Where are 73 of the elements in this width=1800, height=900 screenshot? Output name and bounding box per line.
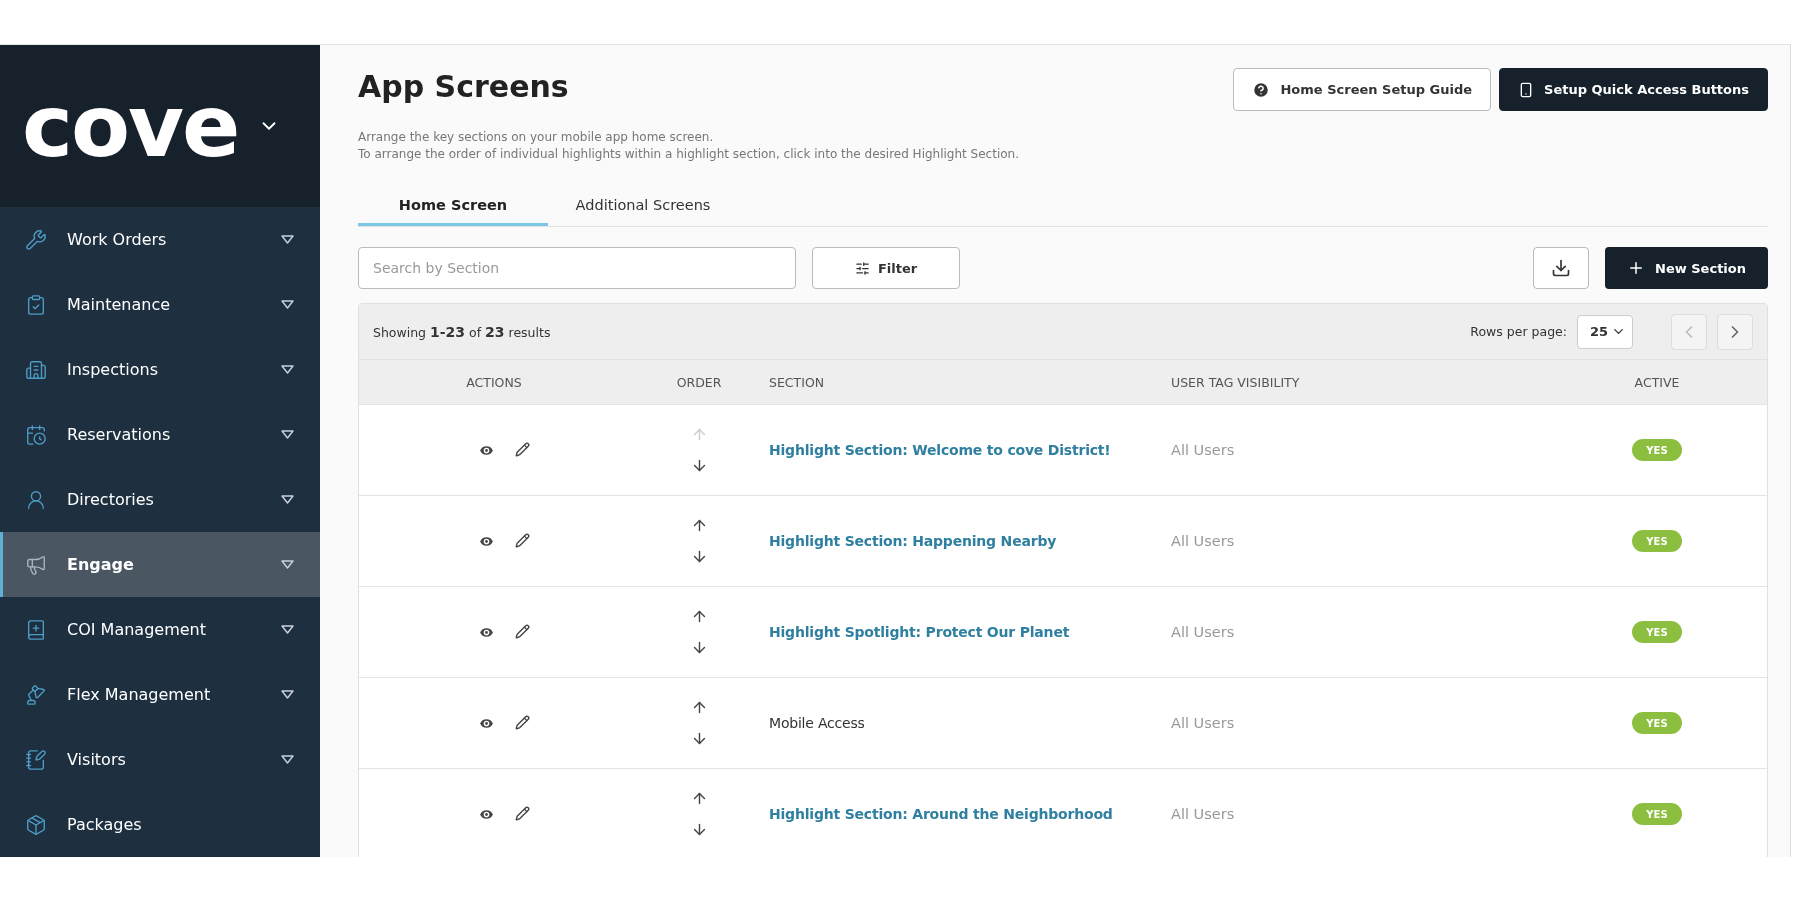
tab[interactable]: Home Screen [358,185,548,226]
active-badge: YES [1632,712,1682,734]
rows-per-page-select[interactable]: 25 [1577,314,1633,349]
visibility-text: All Users [1171,624,1236,640]
page-title: App Screens [358,69,569,104]
setup-button[interactable]: Setup Quick Access Buttons [1499,68,1768,111]
download-icon [1551,258,1571,278]
description-text: To arrange the order of individual highlights within a highlight section, click into the desired Highlight Section. [358,146,1020,163]
rows-per-page-label: Rows per page: [1470,324,1567,339]
building-icon [25,358,47,381]
guide-button[interactable]: Home Screen Setup Guide [1233,68,1492,111]
visibility-text: All Users [1171,806,1236,822]
visibility-text: All Users [1171,533,1236,549]
filter-button[interactable]: Filter [812,247,960,289]
section-name: Mobile Access [769,715,866,731]
description-text: Arrange the key sections on your mobile app home screen. [358,129,715,146]
sidebar-item[interactable]: Work Orders [0,207,320,272]
column-header: ORDER [676,374,722,390]
edit-icon[interactable] [515,714,530,730]
sidebar-item[interactable]: Flex Management [0,662,320,727]
active-badge: YES [1632,621,1682,643]
tab[interactable]: Additional Screens [548,185,738,226]
caret-icon [281,365,294,374]
notebook-icon [25,748,47,771]
active-badge: YES [1632,803,1682,825]
search-field[interactable]: Search by Section [358,247,796,289]
sidebar-item[interactable]: COI Management [0,597,320,662]
sliders-icon [854,260,870,276]
visibility-text: All Users [1171,442,1236,458]
active-badge: YES [1632,530,1682,552]
caret-icon [281,495,294,504]
column-header: SECTION [769,374,825,390]
caret-icon [281,560,294,569]
sidebar-item[interactable]: Reservations [0,402,320,467]
help-icon [1252,80,1271,99]
caret-icon [281,300,294,309]
clipboard-icon [25,293,47,316]
section-link[interactable]: Highlight Section: Around the Neighborhood [769,806,1171,822]
section-link[interactable]: Highlight Section: Happening Nearby [769,533,1171,549]
lamp-icon [25,683,47,706]
column-header: ACTIONS [466,374,522,390]
calendar-icon [25,423,47,446]
visibility-text: All Users [1171,715,1236,731]
sidebar-item[interactable]: Inspections [0,337,320,402]
sidebar-item[interactable]: Directories [0,467,320,532]
sidebar-item[interactable]: Visitors [0,727,320,792]
caret-icon [281,690,294,699]
edit-icon[interactable] [515,441,530,457]
caret-icon [281,235,294,244]
column-header: USER TAG VISIBILITY [1171,374,1300,390]
column-header: ACTIVE [1634,374,1680,390]
section-link[interactable]: Highlight Section: Welcome to cove District! [769,442,1171,458]
book-icon [25,618,47,641]
caret-icon [281,755,294,764]
sidebar-item[interactable]: Packages [0,792,320,857]
cove-logo: cove [22,83,239,169]
section-link[interactable]: Highlight Spotlight: Protect Our Planet [769,624,1171,640]
caret-icon [281,430,294,439]
plus-icon [1627,259,1645,277]
edit-icon[interactable] [515,532,530,548]
package-icon [25,813,47,836]
sidebar-item[interactable]: Engage [0,532,320,597]
download-button[interactable] [1533,247,1589,289]
megaphone-icon [25,553,47,576]
new-section-button[interactable]: New Section [1605,247,1768,289]
person-icon [25,488,47,511]
results-summary: Showing 1-23 of 23 results [373,323,552,340]
edit-icon[interactable] [515,623,530,639]
active-badge: YES [1632,439,1682,461]
caret-icon [281,625,294,634]
edit-icon[interactable] [515,805,530,821]
sidebar-item[interactable]: Maintenance [0,272,320,337]
wrench-icon [25,228,47,251]
